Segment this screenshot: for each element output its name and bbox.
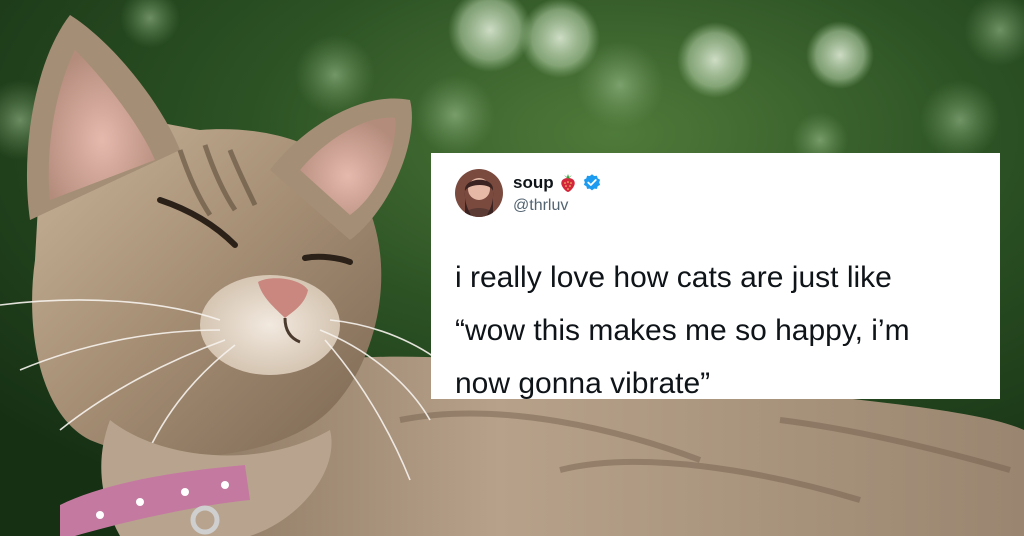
tweet-text-line: i really love how cats are just like — [455, 261, 892, 294]
display-name[interactable]: soup — [513, 173, 554, 193]
tweet-header: soup @thrluv — [455, 169, 976, 225]
strawberry-icon — [559, 173, 577, 193]
tweet-text-line: “wow this makes me so happy, i’m — [455, 314, 910, 347]
verified-badge-icon — [582, 173, 602, 193]
handle[interactable]: @thrluv — [513, 197, 568, 215]
tweet-text: i really love how cats are just like “wo… — [455, 251, 975, 410]
image-canvas: soup @thrluv i really love how cats are … — [0, 0, 1024, 536]
avatar[interactable] — [455, 169, 503, 217]
name-row: soup — [513, 171, 602, 195]
tweet-text-line: now gonna vibrate” — [455, 367, 711, 400]
tweet-card: soup @thrluv i really love how cats are … — [431, 153, 1000, 400]
